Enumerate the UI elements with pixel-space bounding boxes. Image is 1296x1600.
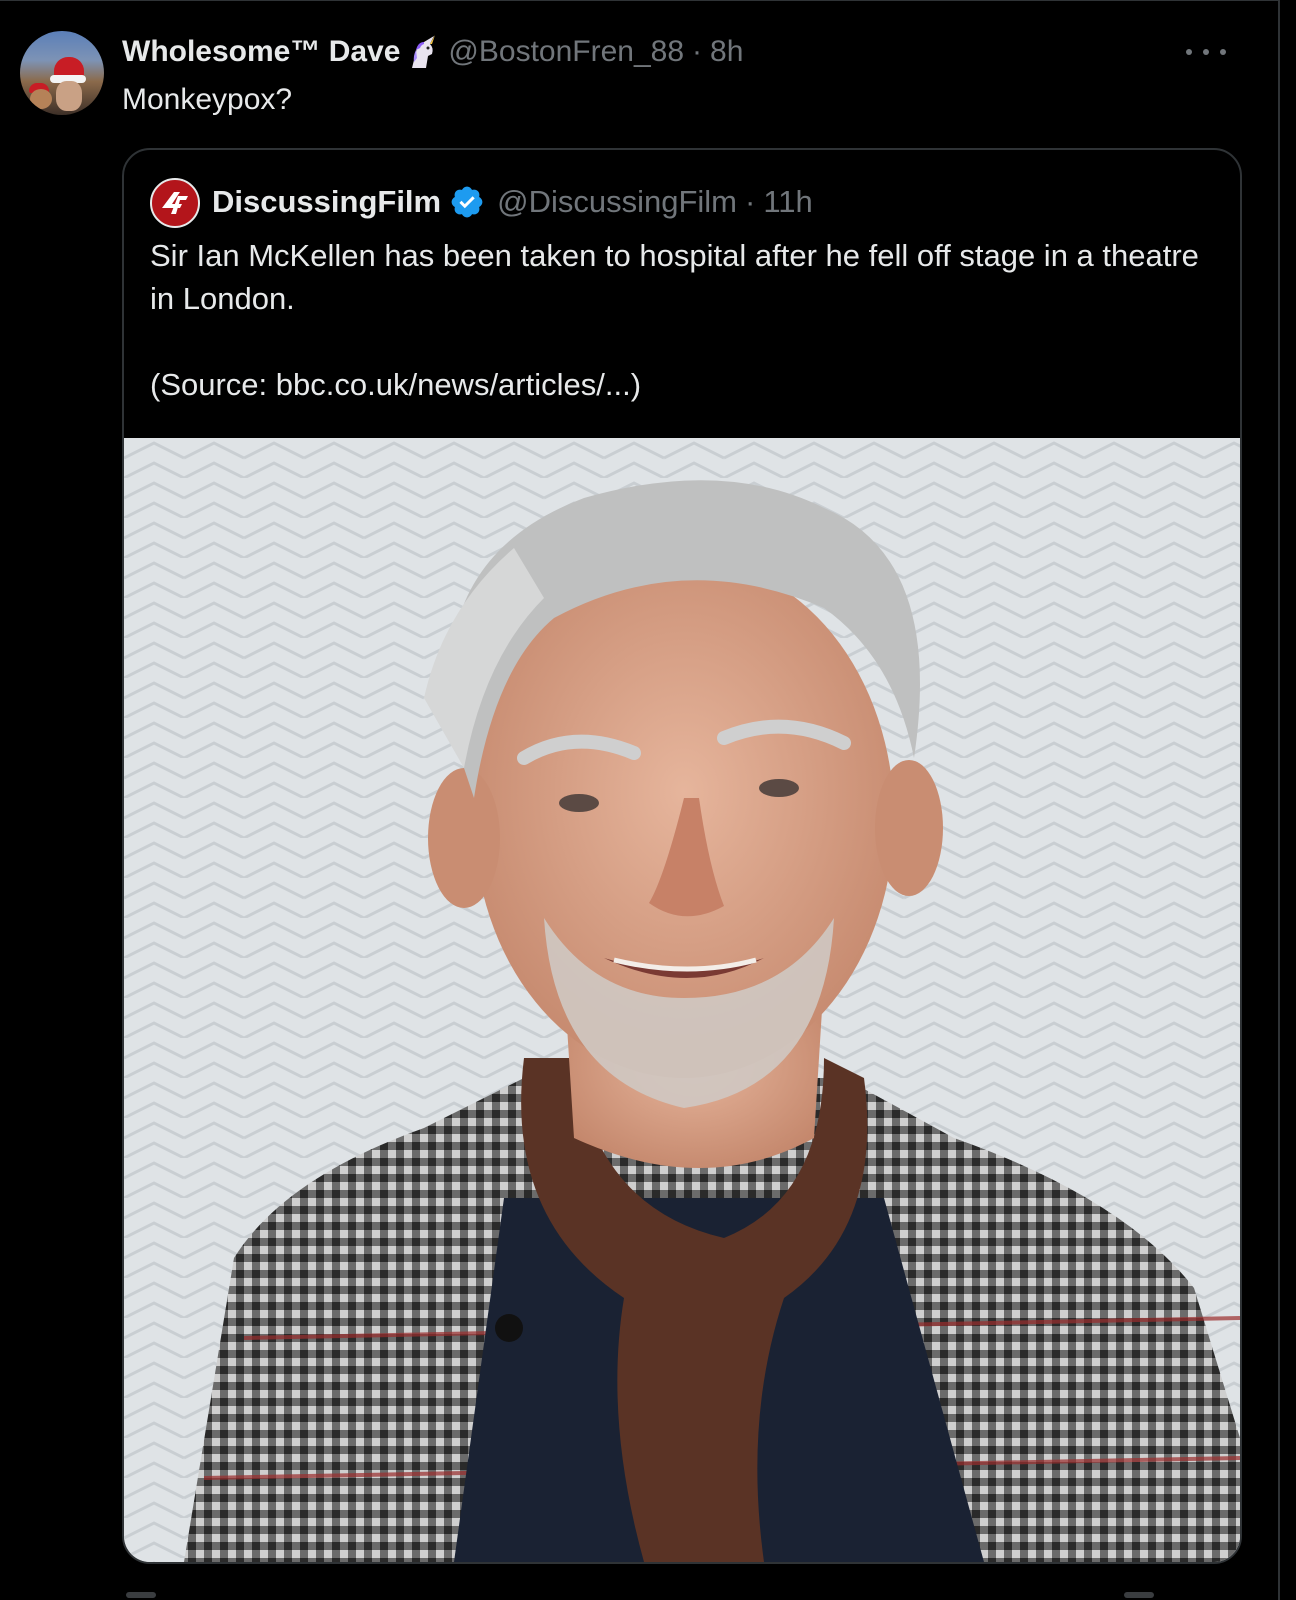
bookmark-icon[interactable] <box>1124 1592 1154 1598</box>
quoted-tweet[interactable]: DiscussingFilm @DiscussingFilm · 11h Sir… <box>122 148 1242 1564</box>
quoted-source-line: (Source: bbc.co.uk/news/articles/...) <box>150 367 642 402</box>
quoted-text-line: Sir Ian McKellen has been taken to hospi… <box>150 238 1199 316</box>
reply-icon[interactable] <box>126 1592 156 1598</box>
quoted-header-separator: · <box>745 184 756 219</box>
display-name[interactable]: Wholesome™ Dave <box>122 35 400 69</box>
timeline-border <box>1278 0 1280 1600</box>
action-bar <box>124 1588 1224 1600</box>
portrait-photo[interactable] <box>124 438 1240 1562</box>
quoted-tweet-text: Sir Ian McKellen has been taken to hospi… <box>150 234 1220 406</box>
quoted-handle[interactable]: @DiscussingFilm <box>497 184 737 220</box>
quoted-tweet-header: DiscussingFilm @DiscussingFilm · 11h <box>212 182 813 222</box>
quoted-display-name[interactable]: DiscussingFilm <box>212 184 441 220</box>
unicorn-icon <box>412 35 436 68</box>
tweet-header: Wholesome™ Dave @BostonFren_88 · 8h <box>122 33 743 71</box>
more-options-icon[interactable] <box>1186 40 1226 64</box>
user-handle[interactable]: @BostonFren_88 <box>448 35 684 69</box>
header-separator: · <box>692 35 703 68</box>
tweet-text: Monkeypox? <box>122 83 293 116</box>
verified-badge-icon <box>451 186 483 218</box>
tweet-timestamp[interactable]: 8h <box>710 35 743 69</box>
user-avatar[interactable] <box>20 31 104 115</box>
quoted-timestamp[interactable]: 11h <box>763 184 812 220</box>
top-divider <box>0 0 1278 1</box>
discussingfilm-logo-icon[interactable] <box>150 178 200 228</box>
